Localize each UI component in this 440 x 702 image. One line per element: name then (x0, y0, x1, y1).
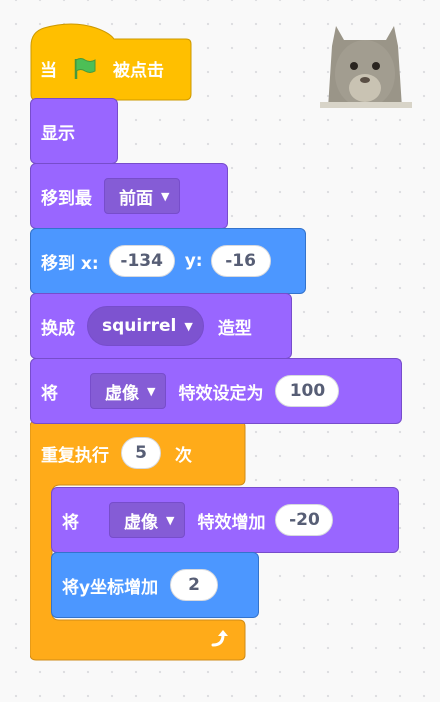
repeat-count-input[interactable]: 5 (121, 437, 161, 469)
layer-dropdown[interactable]: 前面 ▼ (104, 178, 181, 214)
dropdown-caret-icon: ▼ (166, 513, 175, 527)
set-effect-suffix: 特效设定为 (178, 383, 264, 404)
effect-dropdown[interactable]: 虚像 ▼ (90, 373, 167, 409)
set-effect-value-input[interactable]: 100 (275, 375, 340, 407)
goto-label: 移到 x: (41, 253, 99, 274)
hat-prefix: 当 (40, 61, 57, 81)
y-label: y: (184, 251, 203, 271)
switch-costume-block[interactable]: 换成 squirrel ▼ 造型 (30, 293, 292, 359)
dropdown-caret-icon: ▼ (161, 189, 170, 203)
costume-suffix: 造型 (217, 318, 252, 339)
squirrel-sprite-icon (320, 26, 412, 108)
change-effect-value-input[interactable]: -20 (275, 504, 334, 536)
effect-dropdown-value: 虚像 (105, 383, 139, 404)
go-layer-label: 移到最 (41, 188, 92, 209)
x-input[interactable]: -134 (108, 245, 175, 277)
costume-prefix: 换成 (41, 318, 75, 339)
effect-dropdown[interactable]: 虚像 ▼ (109, 502, 186, 538)
when-flag-clicked-block[interactable]: 当 被点击 (30, 20, 192, 102)
layer-dropdown-value: 前面 (119, 188, 153, 209)
sprite-thumbnail[interactable] (320, 16, 412, 108)
set-effect-prefix: 将 (41, 383, 58, 404)
change-y-label: 将y坐标增加 (62, 577, 159, 598)
change-y-block[interactable]: 将y坐标增加 2 (51, 552, 259, 618)
costume-dropdown-value: squirrel (102, 316, 177, 336)
repeat-suffix: 次 (175, 445, 192, 466)
set-effect-block[interactable]: 将 虚像 ▼ 特效设定为 100 (30, 358, 402, 424)
show-block[interactable]: 显示 (30, 98, 118, 164)
y-input[interactable]: -16 (210, 245, 271, 277)
change-y-value-input[interactable]: 2 (170, 569, 219, 601)
dropdown-caret-icon: ▼ (184, 319, 193, 333)
change-effect-prefix: 将 (62, 512, 79, 533)
go-to-layer-block[interactable]: 移到最 前面 ▼ (30, 163, 228, 229)
change-effect-suffix: 特效增加 (197, 512, 266, 533)
go-to-xy-block[interactable]: 移到 x: -134 y: -16 (30, 228, 306, 294)
loop-arrow-icon (208, 626, 232, 650)
show-label: 显示 (41, 123, 75, 144)
green-flag-icon (71, 57, 99, 81)
dropdown-caret-icon: ▼ (147, 384, 156, 398)
repeat-label: 重复执行 (41, 445, 109, 466)
costume-dropdown[interactable]: squirrel ▼ (87, 306, 204, 346)
effect-dropdown-value: 虚像 (124, 512, 158, 533)
change-effect-block[interactable]: 将 虚像 ▼ 特效增加 -20 (51, 487, 399, 553)
hat-suffix: 被点击 (113, 61, 164, 81)
